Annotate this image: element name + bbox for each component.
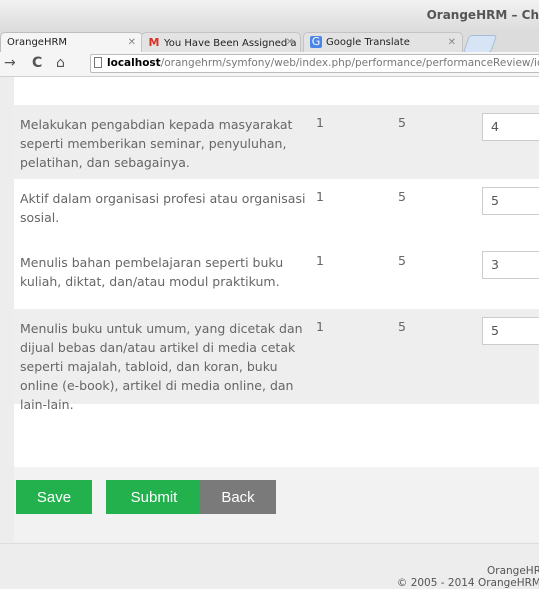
criteria-text: Menulis bahan pembelajaran seperti buku … [20,255,284,289]
min-rating: 1 [316,253,324,268]
back-button[interactable]: Back [200,480,276,514]
new-tab-button[interactable] [462,35,498,53]
table-row: Menulis bahan pembelajaran seperti buku … [14,243,539,309]
close-tab-icon[interactable]: ✕ [448,33,456,52]
max-rating: 5 [398,319,406,334]
gmail-icon: M [148,36,160,49]
address-bar[interactable]: localhost/orangehrm/symfony/web/index.ph… [90,54,539,73]
rating-input[interactable]: 5 [482,317,539,345]
url-host: localhost [107,57,161,69]
rating-input[interactable]: 4 [482,113,539,141]
page-content: Melakukan pengabdian kepada masyarakat s… [0,77,539,589]
window-title: OrangeHRM – Ch [426,8,539,22]
min-rating: 1 [316,115,324,130]
page-icon [94,57,102,68]
min-rating: 1 [316,189,324,204]
max-rating: 5 [398,189,406,204]
criteria-text: Menulis buku untuk umum, yang dicetak da… [20,321,303,412]
rating-input[interactable]: 5 [482,187,539,215]
tab-label: OrangeHRM [7,37,68,48]
table-row: Aktif dalam organisasi profesi atau orga… [14,179,539,243]
footer-divider [0,543,539,544]
home-icon[interactable]: ⌂ [56,55,65,71]
max-rating: 5 [398,253,406,268]
reload-icon[interactable]: C [32,55,42,71]
footer-copyright: © 2005 - 2014 OrangeHRM [396,577,539,589]
rating-input[interactable]: 3 [482,251,539,279]
browser-toolbar: → C ⌂ localhost/orangehrm/symfony/web/in… [0,52,539,77]
tab-google-translate[interactable]: G Google Translate ✕ [303,32,463,52]
submit-button[interactable]: Submit [106,480,202,514]
tab-orangehrm[interactable]: OrangeHRM ✕ [0,32,143,52]
footer-brand: OrangeHR [487,565,539,577]
close-tab-icon[interactable]: ✕ [286,33,294,52]
tab-label: Google Translate [326,37,410,48]
url-path: /orangehrm/symfony/web/index.php/perform… [160,57,539,69]
tab-label: You Have Been Assigned a [164,38,297,49]
close-tab-icon[interactable]: ✕ [128,33,136,52]
tab-gmail[interactable]: M You Have Been Assigned a ✕ [141,32,301,52]
table-row: Menulis buku untuk umum, yang dicetak da… [14,309,539,412]
forward-arrow-icon[interactable]: → [4,55,16,71]
criteria-text: Melakukan pengabdian kepada masyarakat s… [20,117,293,170]
max-rating: 5 [398,115,406,130]
google-translate-icon: G [310,35,322,48]
save-button[interactable]: Save [16,480,92,514]
criteria-text: Aktif dalam organisasi profesi atau orga… [20,191,306,225]
tab-strip: OrangeHRM ✕ M You Have Been Assigned a ✕ … [0,30,539,53]
min-rating: 1 [316,319,324,334]
review-table: Melakukan pengabdian kepada masyarakat s… [14,77,539,467]
browser-title-bar: OrangeHRM – Ch [0,0,539,31]
form-actions: Save Submit Back [14,467,539,542]
table-row: Melakukan pengabdian kepada masyarakat s… [14,105,539,179]
table-row-partial [14,77,539,106]
